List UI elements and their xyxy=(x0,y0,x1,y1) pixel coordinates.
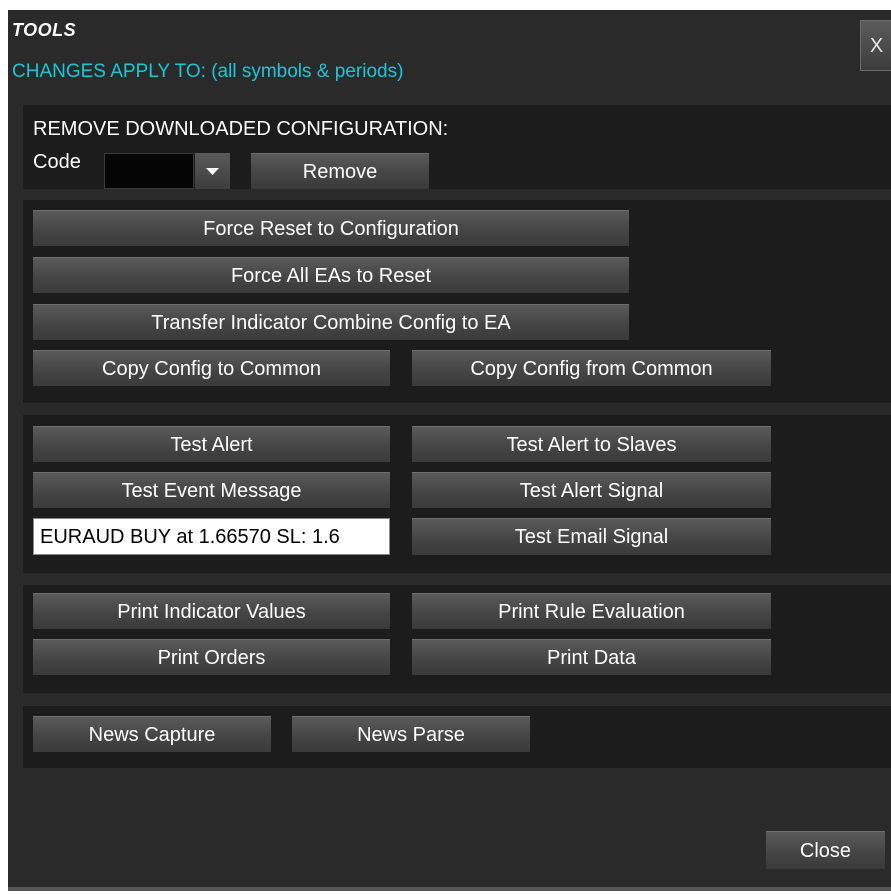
print-rule-evaluation-button[interactable]: Print Rule Evaluation xyxy=(412,593,771,629)
news-capture-button[interactable]: News Capture xyxy=(33,716,271,752)
remove-config-panel: REMOVE DOWNLOADED CONFIGURATION: Code Re… xyxy=(23,105,891,189)
code-select[interactable] xyxy=(104,153,194,189)
tools-dialog: TOOLS CHANGES APPLY TO: (all symbols & p… xyxy=(8,10,891,891)
chevron-down-icon xyxy=(206,168,219,175)
code-dropdown-button[interactable] xyxy=(195,153,230,189)
test-alert-to-slaves-button[interactable]: Test Alert to Slaves xyxy=(412,426,771,462)
dialog-title: TOOLS xyxy=(12,20,77,40)
remove-button[interactable]: Remove xyxy=(251,153,429,189)
news-parse-button[interactable]: News Parse xyxy=(292,716,530,752)
test-event-message-button[interactable]: Test Event Message xyxy=(33,472,390,508)
copy-config-to-common-button[interactable]: Copy Config to Common xyxy=(33,350,390,386)
print-data-button[interactable]: Print Data xyxy=(412,639,771,675)
force-all-eas-reset-button[interactable]: Force All EAs to Reset xyxy=(33,257,629,293)
print-tools-panel: Print Indicator Values Print Rule Evalua… xyxy=(23,585,891,693)
test-email-signal-button[interactable]: Test Email Signal xyxy=(412,518,771,555)
transfer-indicator-config-button[interactable]: Transfer Indicator Combine Config to EA xyxy=(33,304,629,340)
code-label: Code xyxy=(33,151,81,173)
remove-config-heading: REMOVE DOWNLOADED CONFIGURATION: xyxy=(33,118,449,140)
event-message-input[interactable]: EURAUD BUY at 1.66570 SL: 1.6 xyxy=(33,518,390,555)
close-x-button[interactable]: X xyxy=(860,20,891,71)
alert-tools-panel: Test Alert Test Alert to Slaves Test Eve… xyxy=(23,415,891,573)
print-orders-button[interactable]: Print Orders xyxy=(33,639,390,675)
print-indicator-values-button[interactable]: Print Indicator Values xyxy=(33,593,390,629)
dialog-subtitle: CHANGES APPLY TO: (all symbols & periods… xyxy=(12,61,404,82)
test-alert-button[interactable]: Test Alert xyxy=(33,426,390,462)
config-tools-panel: Force Reset to Configuration Force All E… xyxy=(23,200,891,403)
close-button[interactable]: Close xyxy=(766,831,885,869)
force-reset-config-button[interactable]: Force Reset to Configuration xyxy=(33,210,629,246)
news-tools-panel: News Capture News Parse xyxy=(23,706,891,768)
test-alert-signal-button[interactable]: Test Alert Signal xyxy=(412,472,771,508)
copy-config-from-common-button[interactable]: Copy Config from Common xyxy=(412,350,771,386)
